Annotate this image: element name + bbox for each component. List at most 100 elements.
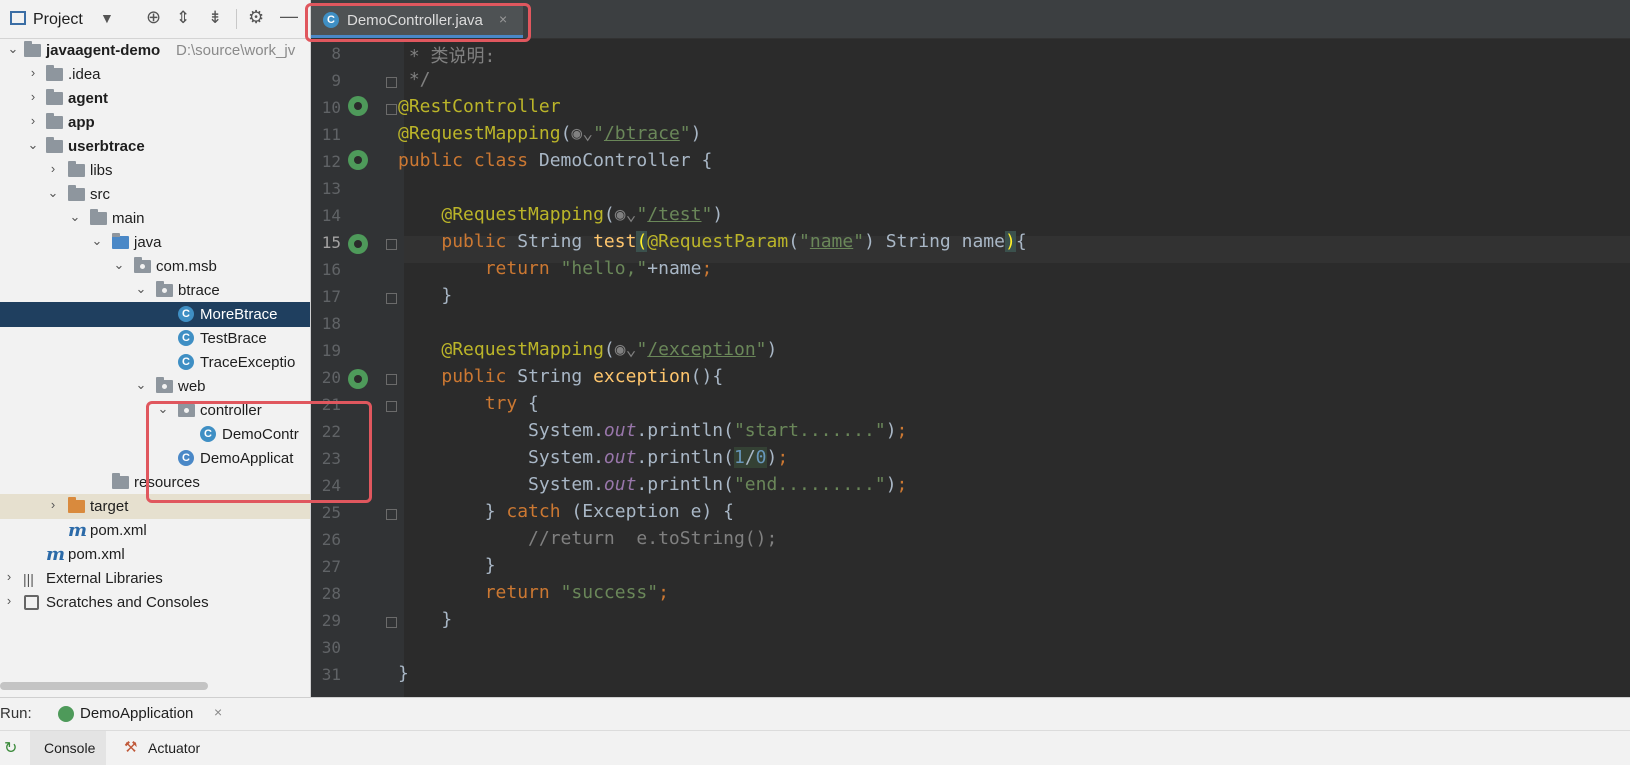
- fold-icon[interactable]: [386, 293, 397, 304]
- actuator-icon: ⚒: [124, 739, 138, 756]
- code-line-14[interactable]: @RequestMapping(◉⌄"/test"): [398, 204, 723, 225]
- run-tool-tabs: ↻ Console ⚒ Actuator: [0, 730, 1630, 765]
- request-mapping-icon[interactable]: [348, 369, 368, 389]
- request-mapping-icon[interactable]: [348, 234, 368, 254]
- globe-icon[interactable]: ◉⌄: [571, 123, 593, 144]
- line-number: 8: [331, 44, 341, 63]
- code-line-9[interactable]: */: [398, 69, 431, 90]
- run-label: Run:: [0, 705, 32, 722]
- chevron-down-icon[interactable]: ⌄: [46, 185, 60, 201]
- fold-icon[interactable]: [386, 104, 397, 115]
- tree-item-agent[interactable]: › agent: [0, 86, 310, 111]
- project-view-icon[interactable]: [10, 11, 26, 25]
- code-line-21[interactable]: try {: [398, 393, 539, 414]
- code-line-29[interactable]: }: [398, 609, 452, 630]
- toolbar-divider: [236, 9, 237, 29]
- tree-item-libs[interactable]: › libs: [0, 158, 310, 183]
- globe-icon[interactable]: ◉⌄: [615, 339, 637, 360]
- code-line-26[interactable]: //return e.toString();: [398, 528, 777, 549]
- tree-item-idea[interactable]: › .idea: [0, 62, 310, 87]
- code-line-16[interactable]: return "hello,"+name;: [398, 258, 713, 279]
- run-config-tab[interactable]: DemoApplication: [80, 705, 193, 722]
- gear-icon[interactable]: ⚙: [248, 7, 264, 28]
- tree-item-label: MoreBtrace: [200, 306, 278, 323]
- chevron-down-icon[interactable]: ⌄: [90, 233, 104, 249]
- code-annotation: @RequestMapping: [398, 123, 561, 144]
- tree-item-javaagent-demo[interactable]: ⌄ javaagent-demo D:\source\work_jv: [0, 38, 310, 63]
- tree-item-web[interactable]: ⌄ web: [0, 374, 310, 399]
- tree-item-src[interactable]: ⌄ src: [0, 182, 310, 207]
- resources-folder-icon: [112, 473, 129, 489]
- code-line-27[interactable]: }: [398, 555, 496, 576]
- chevron-down-icon[interactable]: ⌄: [68, 209, 82, 225]
- tree-item-com-msb[interactable]: ⌄ com.msb: [0, 254, 310, 279]
- code-line-11[interactable]: @RequestMapping(◉⌄"/btrace"): [398, 123, 701, 144]
- tree-item-java[interactable]: ⌄ java: [0, 230, 310, 255]
- horizontal-scrollbar[interactable]: [0, 682, 208, 690]
- chevron-right-icon[interactable]: ›: [2, 593, 16, 608]
- fold-icon[interactable]: [386, 239, 397, 250]
- project-label[interactable]: Project: [33, 11, 83, 29]
- chevron-right-icon[interactable]: ›: [2, 569, 16, 584]
- spring-bean-icon[interactable]: [348, 96, 368, 116]
- tree-item-main[interactable]: ⌄ main: [0, 206, 310, 231]
- locate-icon[interactable]: ⊕: [146, 7, 161, 28]
- code-line-24[interactable]: System.out.println("end.........");: [398, 474, 907, 495]
- chevron-down-icon[interactable]: ⌄: [134, 377, 148, 393]
- globe-icon[interactable]: ◉⌄: [615, 204, 637, 225]
- minimize-icon[interactable]: —: [280, 6, 298, 27]
- folder-icon: [68, 185, 85, 201]
- code-line-10[interactable]: @RestController: [398, 96, 561, 117]
- chevron-down-icon[interactable]: ▼: [100, 10, 114, 26]
- tree-item-userbtrace[interactable]: ⌄ userbtrace: [0, 134, 310, 159]
- tree-item-morebtrace[interactable]: C MoreBtrace: [0, 302, 310, 327]
- fold-icon[interactable]: [386, 509, 397, 520]
- code-line-28[interactable]: return "success";: [398, 582, 669, 603]
- class-icon: C: [178, 306, 194, 322]
- tree-item-btrace[interactable]: ⌄ btrace: [0, 278, 310, 303]
- package-icon: [156, 281, 173, 297]
- line-number-current: 15: [321, 233, 341, 252]
- code-line-25[interactable]: } catch (Exception e) {: [398, 501, 734, 522]
- fold-icon[interactable]: [386, 374, 397, 385]
- module-folder-icon: [46, 89, 63, 105]
- tree-item-external-libraries[interactable]: › ||| External Libraries: [0, 566, 310, 591]
- tab-actuator[interactable]: Actuator: [148, 740, 200, 756]
- code-line-12[interactable]: public class DemoController {: [398, 150, 712, 171]
- tree-item-label: userbtrace: [68, 138, 145, 155]
- fold-icon[interactable]: [386, 617, 397, 628]
- code-method-name: exception: [593, 366, 691, 387]
- fold-icon[interactable]: [386, 401, 397, 412]
- expand-all-icon[interactable]: ⇕: [176, 8, 190, 28]
- project-panel: Project ▼ ⊕ ⇕ ⇟ ⚙ — ⌄ javaagent-demo D:\…: [0, 0, 311, 697]
- chevron-down-icon[interactable]: ⌄: [26, 137, 40, 153]
- collapse-all-icon[interactable]: ⇟: [208, 8, 222, 28]
- spring-bean-icon[interactable]: [348, 150, 368, 170]
- code-line-17[interactable]: }: [398, 285, 452, 306]
- chevron-right-icon[interactable]: ›: [26, 89, 40, 104]
- chevron-down-icon[interactable]: ⌄: [112, 257, 126, 273]
- code-line-15[interactable]: public String test(@RequestParam("name")…: [398, 231, 1027, 252]
- code-line-22[interactable]: System.out.println("start.......");: [398, 420, 907, 441]
- rerun-icon[interactable]: ↻: [4, 738, 17, 758]
- tree-item-pom-xml-root[interactable]: m pom.xml: [0, 542, 310, 567]
- tree-item-testbrace[interactable]: C TestBrace: [0, 326, 310, 351]
- fold-icon[interactable]: [386, 77, 397, 88]
- chevron-right-icon[interactable]: ›: [26, 113, 40, 128]
- code-line-31[interactable]: }: [398, 663, 409, 684]
- code-keyword: return: [484, 582, 550, 603]
- chevron-down-icon[interactable]: ⌄: [6, 41, 20, 57]
- code-line-8[interactable]: * 类说明:: [398, 42, 496, 68]
- tree-item-pom-xml-module[interactable]: m pom.xml: [0, 518, 310, 543]
- tree-item-traceexception[interactable]: C TraceExceptio: [0, 350, 310, 375]
- chevron-down-icon[interactable]: ⌄: [134, 281, 148, 297]
- code-line-19[interactable]: @RequestMapping(◉⌄"/exception"): [398, 339, 777, 360]
- chevron-right-icon[interactable]: ›: [26, 65, 40, 80]
- close-icon[interactable]: ×: [214, 704, 222, 720]
- tree-item-scratches[interactable]: › Scratches and Consoles: [0, 590, 310, 615]
- tree-item-app[interactable]: › app: [0, 110, 310, 135]
- chevron-right-icon[interactable]: ›: [46, 497, 60, 512]
- chevron-right-icon[interactable]: ›: [46, 161, 60, 176]
- code-line-23[interactable]: System.out.println(1/0);: [398, 447, 788, 468]
- code-line-20[interactable]: public String exception(){: [398, 366, 723, 387]
